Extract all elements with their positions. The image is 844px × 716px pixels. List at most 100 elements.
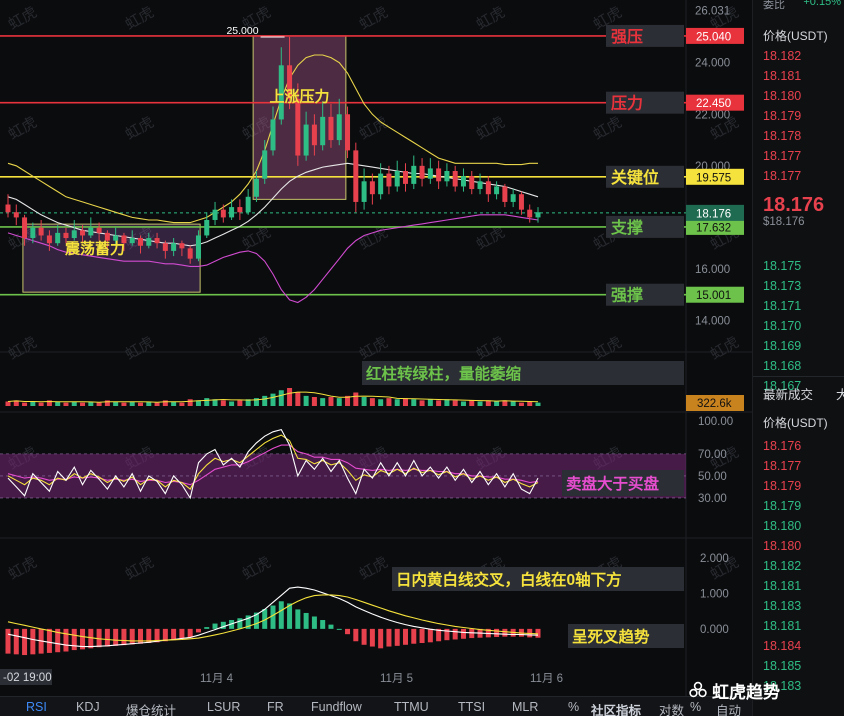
trade-row[interactable]: 18.176 — [763, 436, 843, 456]
volume-bar — [63, 402, 69, 406]
recent-trades-title-cut[interactable]: 大 — [836, 384, 844, 403]
trade-row[interactable]: 18.181 — [763, 576, 843, 596]
tab-11[interactable]: 对数 — [659, 700, 684, 716]
tab-10[interactable]: 社区指标 — [591, 700, 641, 716]
trade-row[interactable]: 18.179 — [763, 476, 843, 496]
macd-histogram-bar — [394, 628, 400, 646]
candle-body — [171, 243, 177, 251]
candle-body — [427, 168, 433, 179]
watermark-text: 虹虎 — [6, 114, 40, 144]
candle-body — [253, 178, 259, 197]
tab-4[interactable]: FR — [267, 700, 284, 714]
candle-body — [46, 235, 52, 244]
macd-histogram-bar — [419, 628, 425, 644]
tab-8[interactable]: MLR — [512, 700, 538, 714]
watermark-text: 虹虎 — [357, 554, 391, 584]
candle-body — [436, 168, 442, 182]
trade-row[interactable]: 18.177 — [763, 456, 843, 476]
candle-body — [220, 209, 226, 218]
volume-bar — [494, 401, 500, 406]
level-label: 压力 — [611, 94, 643, 113]
candle-body — [369, 181, 375, 195]
candle-body — [270, 119, 276, 151]
macd-histogram-bar — [403, 628, 408, 645]
trade-row[interactable]: 18.184 — [763, 636, 843, 656]
macd-histogram-bar — [469, 628, 475, 639]
peak-price-label: 25.000 — [226, 25, 258, 37]
watermark-text: 虹虎 — [123, 114, 157, 144]
macd-histogram-bar — [63, 628, 69, 652]
trade-row[interactable]: 18.179 — [763, 496, 843, 516]
bid-row[interactable]: 18.169 — [763, 336, 843, 356]
ask-row[interactable]: 18.177 — [763, 146, 843, 166]
macd-histogram-bar — [204, 627, 210, 629]
volume-bar — [452, 400, 458, 406]
macd-histogram-bar — [287, 603, 293, 629]
trade-row[interactable]: 18.183 — [763, 596, 843, 616]
bid-row[interactable]: 18.171 — [763, 296, 843, 316]
trade-row[interactable]: 18.182 — [763, 556, 843, 576]
ask-row[interactable]: 18.182 — [763, 46, 843, 66]
candle-body — [378, 173, 384, 195]
brand-logo-icon — [689, 681, 707, 698]
trades-header: 价格(USDT) — [763, 416, 828, 430]
macd-histogram-bar — [212, 623, 218, 629]
watermark-text: 虹虎 — [474, 114, 508, 144]
candle-body — [510, 194, 516, 202]
candle-body — [146, 238, 152, 246]
trade-row[interactable]: 18.181 — [763, 616, 843, 636]
macd-note-2: 呈死叉趋势 — [572, 627, 650, 646]
rsi-note: 卖盘大于买盘 — [566, 474, 660, 493]
tab-1[interactable]: KDJ — [76, 700, 100, 714]
bid-row[interactable]: 18.175 — [763, 256, 843, 276]
volume-bar — [121, 402, 127, 406]
tab-6[interactable]: TTMU — [394, 700, 429, 714]
ask-row[interactable]: 18.179 — [763, 106, 843, 126]
macd-tick-label: 2.000 — [700, 553, 729, 565]
candle-body — [195, 235, 201, 259]
tab-3[interactable]: LSUR — [207, 700, 240, 714]
macd-histogram-bar — [88, 628, 94, 649]
ask-row[interactable]: 18.180 — [763, 86, 843, 106]
tab-2[interactable]: 爆仓统计 — [126, 700, 176, 716]
trade-row[interactable]: 18.180 — [763, 516, 843, 536]
tab-12[interactable]: % — [690, 700, 701, 714]
candle-body — [328, 116, 334, 141]
ask-row[interactable]: 18.181 — [763, 66, 843, 86]
level-label: 支撑 — [610, 218, 643, 237]
candle-body — [262, 150, 268, 179]
bid-row[interactable]: 18.168 — [763, 356, 843, 376]
watermark-text: 虹虎 — [240, 334, 274, 364]
tab-5[interactable]: Fundflow — [311, 700, 362, 714]
chart-area[interactable]: 虹虎 虹虎 虹虎 虹虎 虹虎 虹虎 虹虎虹虎 虹虎 虹虎 虹虎 虹虎 虹虎虹虎 虹虎 虹虎 虹虎 虹虎虹虎 虹虎… — [0, 0, 752, 696]
trade-row[interactable]: 18.180 — [763, 536, 843, 556]
macd-histogram-bar — [427, 628, 433, 643]
tab-0[interactable]: RSI — [26, 700, 47, 714]
candle-body — [303, 124, 309, 156]
level-label: 强撑 — [611, 286, 643, 305]
watermark-text: 虹虎 — [357, 4, 391, 34]
ask-row[interactable]: 18.177 — [763, 166, 843, 186]
candle-body — [80, 230, 86, 236]
tab-7[interactable]: TTSI — [458, 700, 485, 714]
ask-row[interactable]: 18.178 — [763, 126, 843, 146]
level-label: 强压 — [611, 28, 643, 46]
indicator-tabs: RSI KDJ 爆仓统计 LSUR FR Fundflow TTMU TTSI MLR% 社区指标… — [0, 696, 752, 716]
candle-body — [55, 232, 61, 244]
volume-bar — [436, 400, 442, 406]
bid-row[interactable]: 18.170 — [763, 316, 843, 336]
watermark-text: 虹虎 — [357, 224, 391, 254]
volume-bar — [361, 397, 367, 406]
candle-body — [38, 227, 44, 236]
recent-trades-title[interactable]: 最新成交 — [763, 384, 813, 403]
level-value-text: 22.450 — [696, 98, 731, 110]
watermark-text: 虹虎 — [123, 554, 157, 584]
bid-row[interactable]: 18.173 — [763, 276, 843, 296]
macd-histogram-bar — [345, 628, 351, 635]
macd-histogram-bar — [270, 605, 276, 629]
candle-body — [179, 243, 185, 249]
candle-body — [311, 124, 317, 146]
rsi-tick-label: 100.00 — [698, 416, 733, 428]
trade-row[interactable]: 18.185 — [763, 656, 843, 676]
tab-9[interactable]: % — [568, 700, 579, 714]
